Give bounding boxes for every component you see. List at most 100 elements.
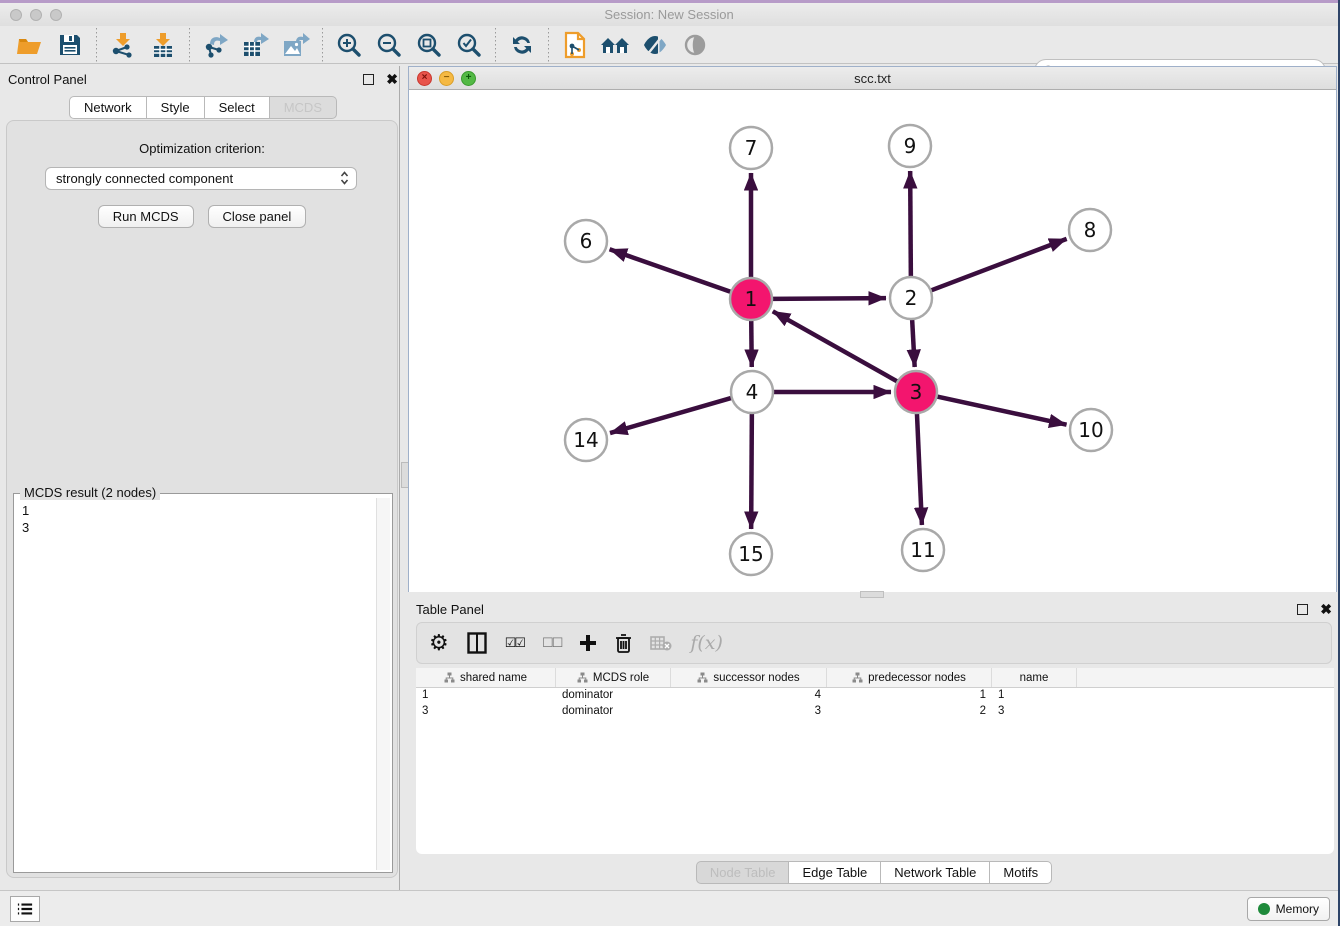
toggle-columns-button[interactable] [467, 632, 487, 654]
node-label-6: 6 [580, 229, 593, 253]
clear-selection-button[interactable]: ☐☐ [542, 635, 561, 651]
table-options-button[interactable]: ⚙ [429, 630, 449, 656]
import-table-icon [150, 32, 176, 58]
network-window: × − + scc.txt 1234678910111415 [408, 66, 1337, 592]
table-cell[interactable]: 1 [992, 688, 1077, 704]
edge-3-10[interactable] [937, 396, 1067, 424]
export-image-button[interactable] [276, 29, 316, 61]
close-table-panel-icon[interactable]: ✖ [1320, 602, 1332, 616]
node-table[interactable]: shared name MCDS role successor nodesprede… [416, 668, 1334, 854]
zoom-fit-button[interactable] [409, 29, 449, 61]
save-session-button[interactable] [50, 29, 90, 61]
refresh-button[interactable] [502, 29, 542, 61]
table-cell[interactable]: 3 [416, 704, 556, 720]
table-row[interactable]: 1dominator411 [416, 688, 1334, 704]
task-history-button[interactable] [10, 896, 40, 922]
node-label-11: 11 [910, 538, 935, 562]
control-tab-select[interactable]: Select [205, 96, 270, 119]
column-header-MCDS-role[interactable]: MCDS role [556, 668, 671, 687]
edge-1-6[interactable] [610, 249, 732, 292]
table-panel: Table Panel ✖ ⚙ ☑☑ ☐☐ [408, 596, 1340, 890]
node-label-9: 9 [904, 134, 917, 158]
eye-icon [682, 32, 708, 58]
result-scrollbar[interactable] [376, 498, 390, 870]
column-label: MCDS role [593, 672, 649, 684]
optimization-label: Optimization criterion: [7, 141, 397, 156]
add-column-button[interactable] [579, 634, 597, 652]
network-graph[interactable]: 1234678910111415 [409, 90, 1336, 592]
edge-2-9[interactable] [910, 171, 911, 277]
table-cell[interactable]: dominator [556, 704, 671, 720]
home-pair-button[interactable] [595, 29, 635, 61]
export-network-button[interactable] [196, 29, 236, 61]
table-cell[interactable]: dominator [556, 688, 671, 704]
node-label-14: 14 [573, 428, 598, 452]
zoom-out-button[interactable] [369, 29, 409, 61]
control-panel-title: Control Panel [8, 72, 363, 87]
control-tab-style[interactable]: Style [147, 96, 205, 119]
network-titlebar: × − + scc.txt [409, 67, 1336, 90]
open-folder-icon [17, 33, 43, 57]
table-tab-network-table[interactable]: Network Table [881, 861, 990, 884]
run-mcds-button[interactable]: Run MCDS [98, 205, 194, 228]
table-tab-node-table[interactable]: Node Table [696, 861, 790, 884]
delete-column-button[interactable] [615, 633, 632, 653]
import-network-button[interactable] [103, 29, 143, 61]
control-tab-mcds[interactable]: MCDS [270, 96, 337, 119]
edge-1-2[interactable] [772, 298, 886, 299]
zoom-selected-button[interactable] [449, 29, 489, 61]
edge-4-14[interactable] [610, 398, 732, 433]
table-row[interactable]: 3dominator323 [416, 704, 1334, 720]
delete-table-button[interactable] [650, 634, 672, 652]
table-tab-edge-table[interactable]: Edge Table [789, 861, 881, 884]
function-builder-button[interactable]: f(x) [690, 632, 723, 654]
float-panel-icon[interactable] [363, 74, 374, 85]
plus-icon [579, 634, 597, 652]
table-cell[interactable]: 1 [416, 688, 556, 704]
gear-icon: ⚙ [429, 630, 449, 656]
status-bar: Memory [0, 890, 1338, 926]
column-header-shared-name[interactable]: shared name [416, 668, 556, 687]
network-canvas[interactable]: 1234678910111415 [409, 90, 1336, 592]
network-document-button[interactable] [555, 29, 595, 61]
edge-3-11[interactable] [917, 413, 922, 525]
edge-3-1[interactable] [773, 311, 898, 381]
table-cell[interactable]: 3 [992, 704, 1077, 720]
mcds-panel: Optimization criterion: strongly connect… [6, 120, 398, 878]
mcds-result-text[interactable]: 13 [16, 498, 376, 870]
table-cell[interactable]: 4 [671, 688, 827, 704]
column-header-predecessor-nodes[interactable]: predecessor nodes [827, 668, 992, 687]
import-table-button[interactable] [143, 29, 183, 61]
close-panel-icon[interactable]: ✖ [386, 72, 398, 86]
column-header-successor-nodes[interactable]: successor nodes [671, 668, 827, 687]
column-header-name[interactable]: name [992, 668, 1077, 687]
hide-graphics-button[interactable] [635, 29, 675, 61]
zoom-selected-icon [456, 32, 482, 58]
table-cell[interactable]: 1 [827, 688, 992, 704]
table-cell[interactable]: 3 [671, 704, 827, 720]
control-tab-network[interactable]: Network [69, 96, 147, 119]
table-cell[interactable]: 2 [827, 704, 992, 720]
edge-2-8[interactable] [931, 239, 1067, 291]
horizontal-splitter-handle[interactable] [860, 591, 884, 598]
select-all-button[interactable]: ☑☑ [505, 635, 524, 651]
birds-eye-button[interactable] [675, 29, 715, 61]
tree-icon [444, 672, 455, 683]
edge-2-3[interactable] [912, 319, 915, 367]
memory-button[interactable]: Memory [1247, 897, 1330, 921]
optimization-value: strongly connected component [56, 171, 233, 186]
zoom-in-button[interactable] [329, 29, 369, 61]
app-window: Session: New Session [0, 0, 1340, 926]
edge-1-4[interactable] [751, 320, 752, 367]
export-table-button[interactable] [236, 29, 276, 61]
table-tab-motifs[interactable]: Motifs [990, 861, 1052, 884]
refresh-icon [509, 32, 535, 58]
main-toolbar [0, 26, 1338, 64]
hide-graphics-icon [642, 32, 668, 58]
open-session-button[interactable] [10, 29, 50, 61]
optimization-select[interactable]: strongly connected component [45, 167, 357, 190]
float-table-panel-icon[interactable] [1297, 604, 1308, 615]
edge-4-15[interactable] [751, 413, 752, 529]
close-panel-button[interactable]: Close panel [208, 205, 307, 228]
table-toolbar: ⚙ ☑☑ ☐☐ [416, 622, 1332, 664]
